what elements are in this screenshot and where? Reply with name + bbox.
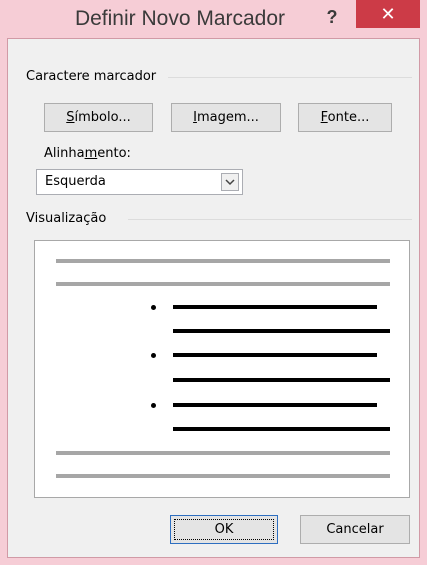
symbol-label: ímbolo... (74, 110, 131, 125)
preview-text-line (56, 259, 390, 263)
preview-text-line (56, 282, 390, 286)
dialog-title: Definir Novo Marcador (74, 7, 286, 30)
preview-bullet-line (173, 378, 390, 382)
alignment-label: Alinhamento: (44, 146, 131, 161)
cancel-label: Cancelar (326, 522, 384, 537)
preview-divider (128, 219, 412, 220)
preview-bullet-line (173, 403, 377, 407)
preview-bullet-line (173, 329, 390, 333)
define-bullet-dialog: Definir Novo Marcador ? ✕ Caractere marc… (0, 0, 427, 565)
chevron-down-icon (225, 179, 235, 186)
alignment-value: Esquerda (45, 174, 106, 189)
font-label: onte... (327, 110, 370, 125)
symbol-accesskey: S (66, 110, 75, 125)
image-label: magem... (196, 110, 259, 125)
focus-rectangle (174, 519, 274, 540)
close-button[interactable]: ✕ (356, 0, 420, 28)
bullet-character-group-title: Caractere marcador (26, 69, 163, 84)
preview-text-line (56, 474, 390, 478)
preview-bullet-line (173, 353, 377, 357)
help-button[interactable]: ? (318, 5, 346, 29)
bullet-mark (151, 305, 156, 310)
group-divider (168, 77, 412, 78)
bullet-preview (34, 240, 410, 498)
cancel-button[interactable]: Cancelar (300, 515, 410, 544)
bullet-mark (151, 353, 156, 358)
bullet-mark (151, 403, 156, 408)
font-accesskey: F (320, 110, 328, 125)
image-button[interactable]: Imagem... (171, 103, 281, 132)
symbol-button[interactable]: Símbolo... (44, 103, 153, 132)
dropdown-arrow-button[interactable] (221, 173, 239, 191)
alignment-select[interactable]: Esquerda (36, 169, 243, 195)
close-icon: ✕ (380, 4, 396, 24)
preview-group-title: Visualização (26, 211, 113, 226)
preview-bullet-line (173, 427, 390, 431)
preview-bullet-line (173, 305, 377, 309)
title-bar: Definir Novo Marcador ? ✕ (0, 0, 427, 38)
font-button[interactable]: Fonte... (298, 103, 392, 132)
preview-text-line (56, 451, 390, 455)
ok-button[interactable]: OK (170, 515, 278, 544)
